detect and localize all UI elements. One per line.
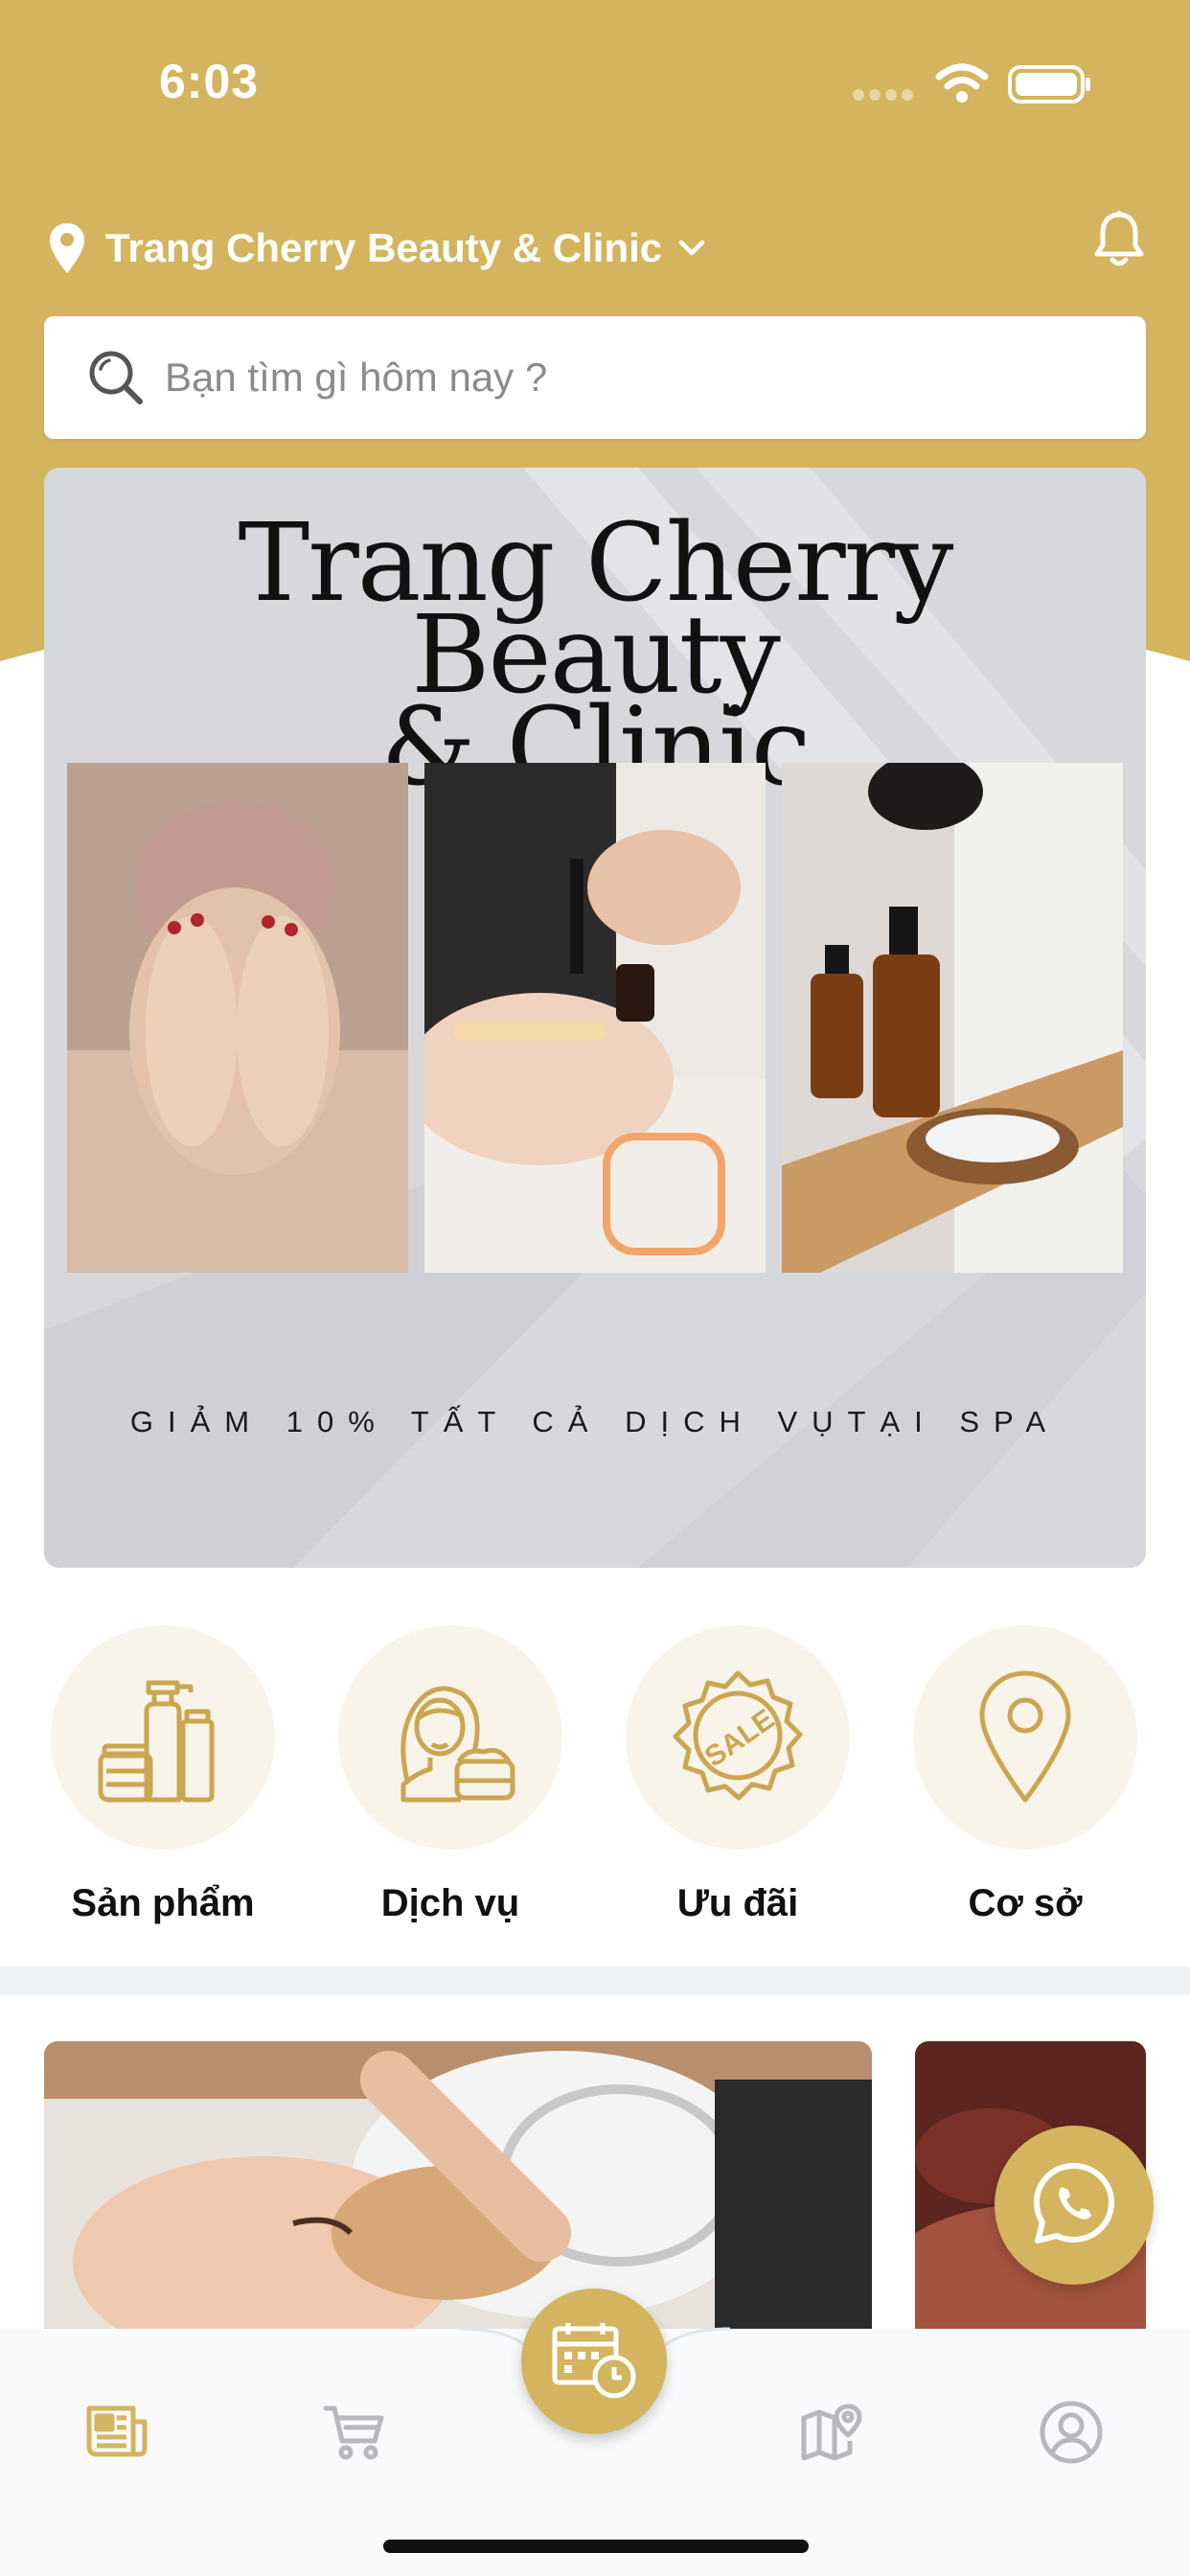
banner-photo-products (782, 763, 1123, 1273)
promo-banner[interactable]: Trang Cherry Beauty & Clinic GIẢM 10% TẤ… (44, 468, 1146, 1568)
category-label: Cơ sở (968, 1882, 1083, 1924)
location-name: Trang Cherry Beauty & Clinic (105, 225, 663, 270)
banner-title: Trang Cherry Beauty & Clinic (44, 501, 1146, 801)
section-divider (0, 1966, 1190, 1995)
category-products[interactable]: Sản phẩm (19, 1625, 307, 1925)
banner-photo-facial (67, 763, 408, 1273)
newspaper-icon (85, 2404, 149, 2465)
category-label: Ưu đãi (676, 1882, 799, 1924)
category-offers[interactable]: SALE Ưu đãi (594, 1625, 881, 1925)
map-pin-icon (48, 221, 86, 275)
cart-icon (323, 2404, 386, 2465)
woman-cream-icon (338, 1625, 562, 1850)
banner-promo-text: GIẢM 10% TẤT CẢ DỊCH VỤTẠI SPA (129, 1405, 1061, 1438)
wifi-icon (935, 63, 989, 108)
status-time: 6:03 (159, 55, 260, 108)
location-selector[interactable]: Trang Cherry Beauty & Clinic (48, 213, 706, 284)
whatsapp-icon (1031, 2160, 1117, 2251)
map-location-icon (800, 2403, 863, 2467)
category-row: Sản phẩm Dịch vụ SALE Ưu đãi Cơ sở (0, 1625, 1190, 1951)
cellular-signal-icon (853, 88, 914, 106)
sale-badge-icon: SALE (626, 1625, 850, 1850)
calendar-clock-icon (551, 2319, 637, 2404)
category-label: Dịch vụ (380, 1882, 520, 1924)
tab-profile[interactable] (1023, 2386, 1119, 2482)
tab-cart[interactable] (307, 2386, 402, 2482)
category-label: Sản phẩm (71, 1882, 255, 1924)
service-card[interactable] (44, 2041, 872, 2367)
cosmetics-bottles-icon (51, 1625, 275, 1850)
category-services[interactable]: Dịch vụ (307, 1625, 594, 1925)
chevron-down-icon (677, 237, 706, 260)
service-card-image (44, 2041, 872, 2367)
search-icon (86, 348, 146, 407)
bell-icon[interactable] (1092, 209, 1146, 270)
category-locations[interactable]: Cơ sở (881, 1625, 1169, 1925)
battery-icon (1008, 65, 1094, 108)
tab-news[interactable] (69, 2386, 165, 2482)
tab-map[interactable] (784, 2386, 880, 2482)
user-circle-icon (1039, 2400, 1104, 2470)
booking-button[interactable] (521, 2288, 667, 2434)
home-indicator (383, 2540, 809, 2553)
search-input[interactable] (165, 355, 1027, 401)
banner-photo-pedicure (424, 763, 766, 1273)
banner-title-line1: Trang Cherry Beauty (238, 501, 954, 718)
status-bar: 6:03 (0, 0, 1190, 163)
whatsapp-button[interactable] (995, 2126, 1154, 2285)
map-pin-icon (913, 1625, 1137, 1850)
search-bar[interactable] (44, 316, 1146, 439)
